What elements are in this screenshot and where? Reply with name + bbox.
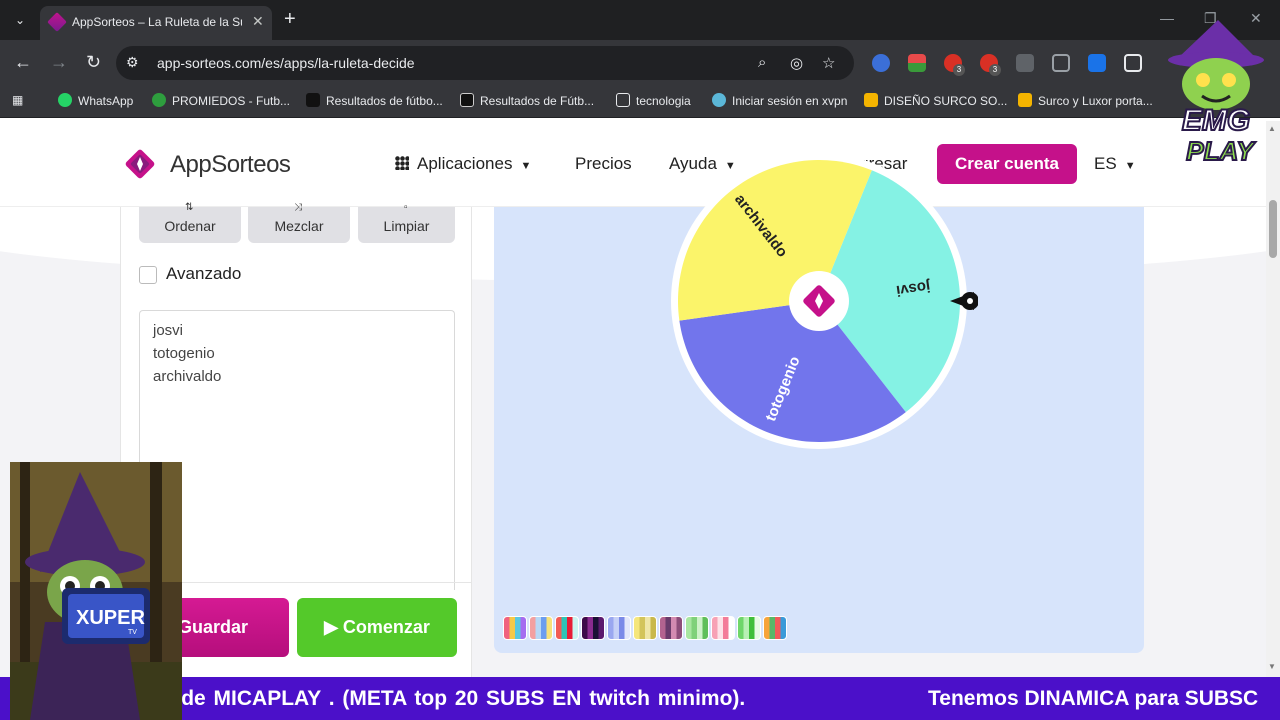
address-bar[interactable]: ⚙ app-sorteos.com/es/apps/la-ruleta-deci… [116,46,854,80]
chevron-down-icon: ▼ [1124,160,1136,172]
slides-icon [864,93,878,107]
extension-flag-icon[interactable] [908,54,926,72]
palette-swatch[interactable] [503,616,527,640]
extension-script-icon[interactable] [1016,54,1034,72]
appsorteos-logo-icon[interactable] [124,148,156,180]
language-select[interactable]: ES ▼ [1094,154,1136,174]
palette-swatch[interactable] [581,616,605,640]
extension-cast-icon[interactable] [1052,54,1070,72]
browser-tab[interactable]: AppSorteos – La Ruleta de la Su ✕ [40,6,272,40]
sort-button[interactable]: ⇅ Ordenar [139,203,241,243]
extension-badge: 3 [953,64,965,76]
forward-icon[interactable]: → [50,52,68,72]
close-tab-icon[interactable]: ✕ [252,13,264,30]
apps-grid-icon [395,156,409,170]
whatsapp-icon [58,93,72,107]
extension-wave-icon[interactable] [872,54,890,72]
reload-icon[interactable]: ↻ [86,52,101,72]
xvpn-icon [712,93,726,107]
apps-grid-icon[interactable]: ▦ [12,93,23,107]
palette-swatch[interactable] [607,616,631,640]
nav-apps[interactable]: Aplicaciones ▼ [395,154,531,174]
tv-brand-text: XUPER [76,607,145,629]
emg-text: EMG [1182,104,1250,137]
name-entry: archivaldo [153,368,222,385]
stream-ticker: es de MICAPLAY . (META top 20 SUBS EN tw… [0,677,1280,720]
shuffle-button[interactable]: ⤨ Mezclar [248,203,350,243]
palette-swatch[interactable] [763,616,787,640]
bookmark-surco-luxor[interactable]: Surco y Luxor porta... [1018,93,1153,108]
web-page: AppSorteos Aplicaciones ▼ Precios Ayuda ▼ … [0,121,1266,677]
spin-wheel[interactable]: josvitotogenioarchivaldo [668,150,978,460]
site-logo-text[interactable]: AppSorteos [170,151,291,179]
ticker-text: es de MICAPLAY . (META top 20 SUBS EN tw… [150,687,746,710]
shuffle-icon: ⤨ [294,202,302,213]
new-tab-icon[interactable]: + [284,8,296,30]
palette-swatch[interactable] [737,616,761,640]
scroll-down-icon[interactable]: ▼ [1268,662,1276,671]
zoom-icon[interactable]: ⌕ [758,54,766,71]
bookmark-promiedos[interactable]: PROMIEDOS - Futb... [152,93,290,108]
tv-sub-text: TV [128,629,137,636]
play-icon: ▶ [324,617,343,637]
promiedos-icon [152,93,166,107]
palette-swatch[interactable] [555,616,579,640]
eye-off-icon[interactable]: ◎ [790,54,803,72]
sort-icon: ⇅ [185,202,194,213]
name-entry: josvi [153,322,184,339]
save-button[interactable]: Guardar [170,598,289,657]
name-entry: totogenio [153,345,215,362]
bookmark-tecnologia[interactable]: tecnologia [616,93,691,108]
bookmark-resultados-2[interactable]: Resultados de Fútb... [460,93,594,108]
slides-icon [1018,93,1032,107]
resultados-icon [460,93,474,107]
palette-swatch[interactable] [529,616,553,640]
folder-icon [616,93,630,107]
bookmark-xvpn[interactable]: Iniciar sesión en xvpn [712,93,847,108]
tab-search-icon[interactable]: ⌄ [8,8,32,32]
nav-pricing[interactable]: Precios [575,154,632,174]
tab-title: AppSorteos – La Ruleta de la Su [72,15,242,29]
clear-button[interactable]: ▫ Limpiar [358,203,455,243]
bookmark-diseno-surco[interactable]: DISEÑO SURCO SO... [864,93,1007,108]
bookmark-whatsapp[interactable]: WhatsApp [58,93,133,108]
appsorteos-favicon-icon [47,12,67,32]
ticker-text: Tenemos DINAMICA para SUBSC [928,687,1259,710]
chevron-down-icon: ▼ [520,160,532,172]
palette-swatch[interactable] [685,616,709,640]
wizard-mascot-image: XUPER TV [10,462,182,720]
extension-badge: 3 [989,64,1001,76]
start-button[interactable]: ▶ Comenzar [297,598,457,657]
scrollbar-thumb[interactable] [1269,200,1277,258]
palette-swatch[interactable] [659,616,683,640]
advanced-checkbox[interactable] [139,266,157,284]
bookmark-resultados-1[interactable]: Resultados de fútbo... [306,93,443,108]
resultados-icon [306,93,320,107]
emg-play-logo: EMG PLAY [1168,20,1264,167]
url-text[interactable]: app-sorteos.com/es/apps/la-ruleta-decide [157,55,415,71]
palette-swatch[interactable] [711,616,735,640]
trash-icon: ▫ [404,202,408,213]
site-info-icon[interactable]: ⚙ [126,54,139,71]
extension-blue-icon[interactable] [1088,54,1106,72]
back-icon[interactable]: ← [14,52,32,72]
advanced-label[interactable]: Avanzado [166,264,241,284]
extensions-puzzle-icon[interactable] [1124,54,1142,72]
play-text: PLAY [1186,136,1256,166]
bookmark-star-icon[interactable]: ☆ [822,54,835,72]
palette-swatch[interactable] [633,616,657,640]
